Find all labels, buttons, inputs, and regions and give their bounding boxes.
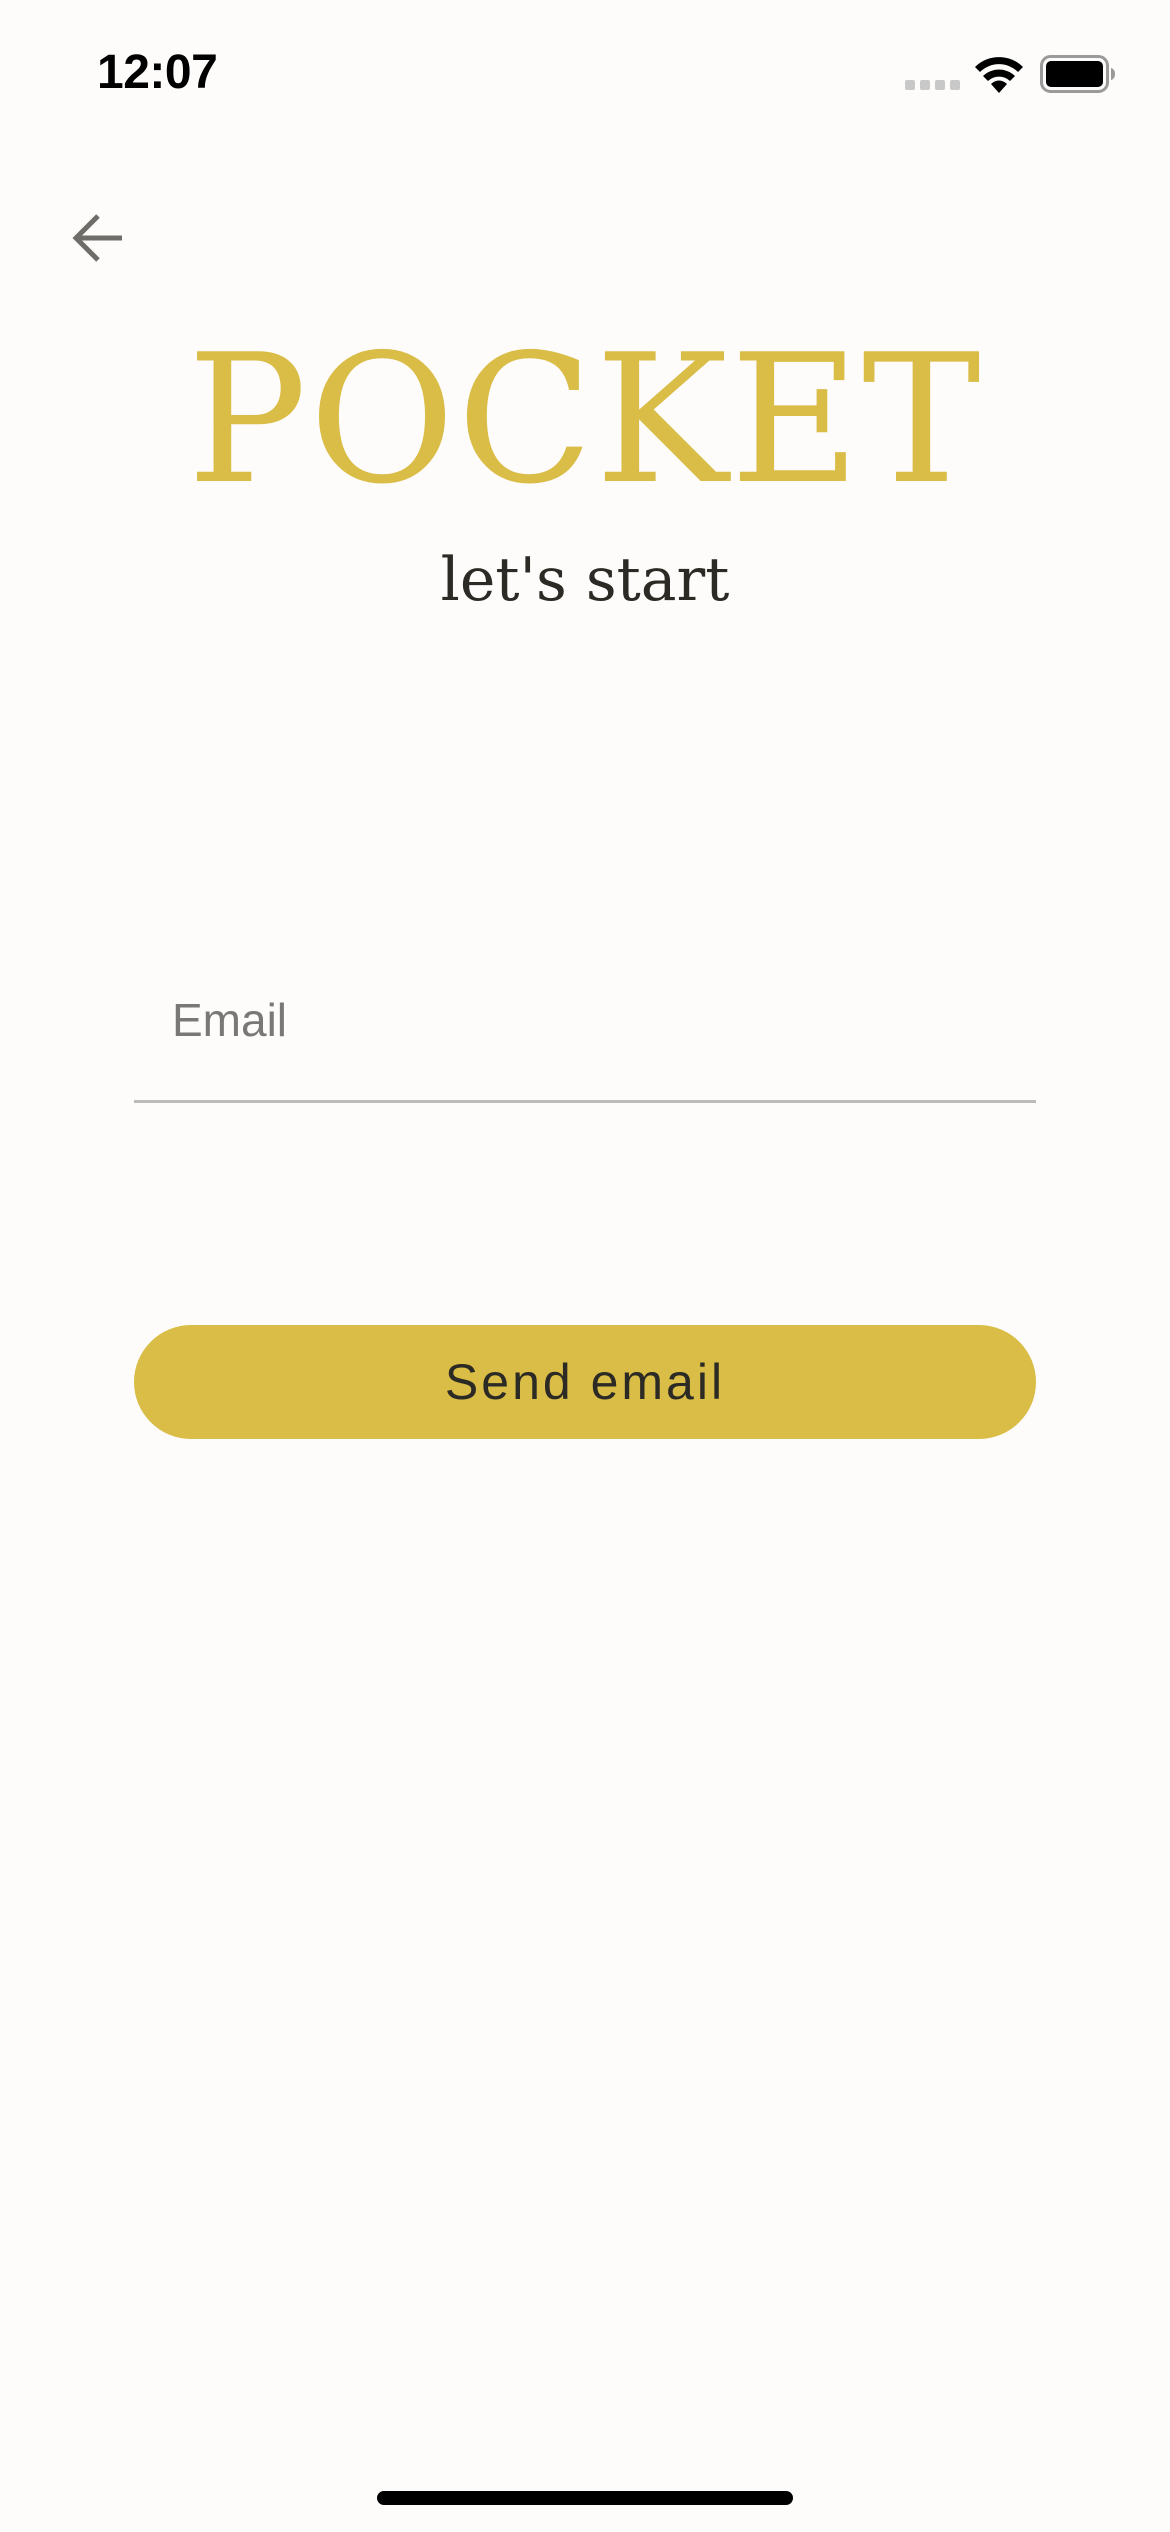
email-field xyxy=(134,960,1036,1103)
battery-icon xyxy=(1040,55,1115,93)
cellular-signal-icon xyxy=(905,80,960,90)
status-time: 12:07 xyxy=(97,46,218,99)
send-email-button-label: Send email xyxy=(444,1354,726,1410)
arrow-left-icon xyxy=(72,214,122,262)
email-input[interactable] xyxy=(172,980,1012,1060)
app-title: POCKET xyxy=(187,316,983,523)
app-subtitle: let's start xyxy=(440,545,730,615)
send-email-button[interactable]: Send email xyxy=(134,1325,1036,1439)
back-button[interactable] xyxy=(60,200,136,276)
wifi-icon xyxy=(975,57,1023,93)
status-bar: 12:07 xyxy=(0,0,1170,150)
home-indicator[interactable] xyxy=(377,2491,793,2505)
